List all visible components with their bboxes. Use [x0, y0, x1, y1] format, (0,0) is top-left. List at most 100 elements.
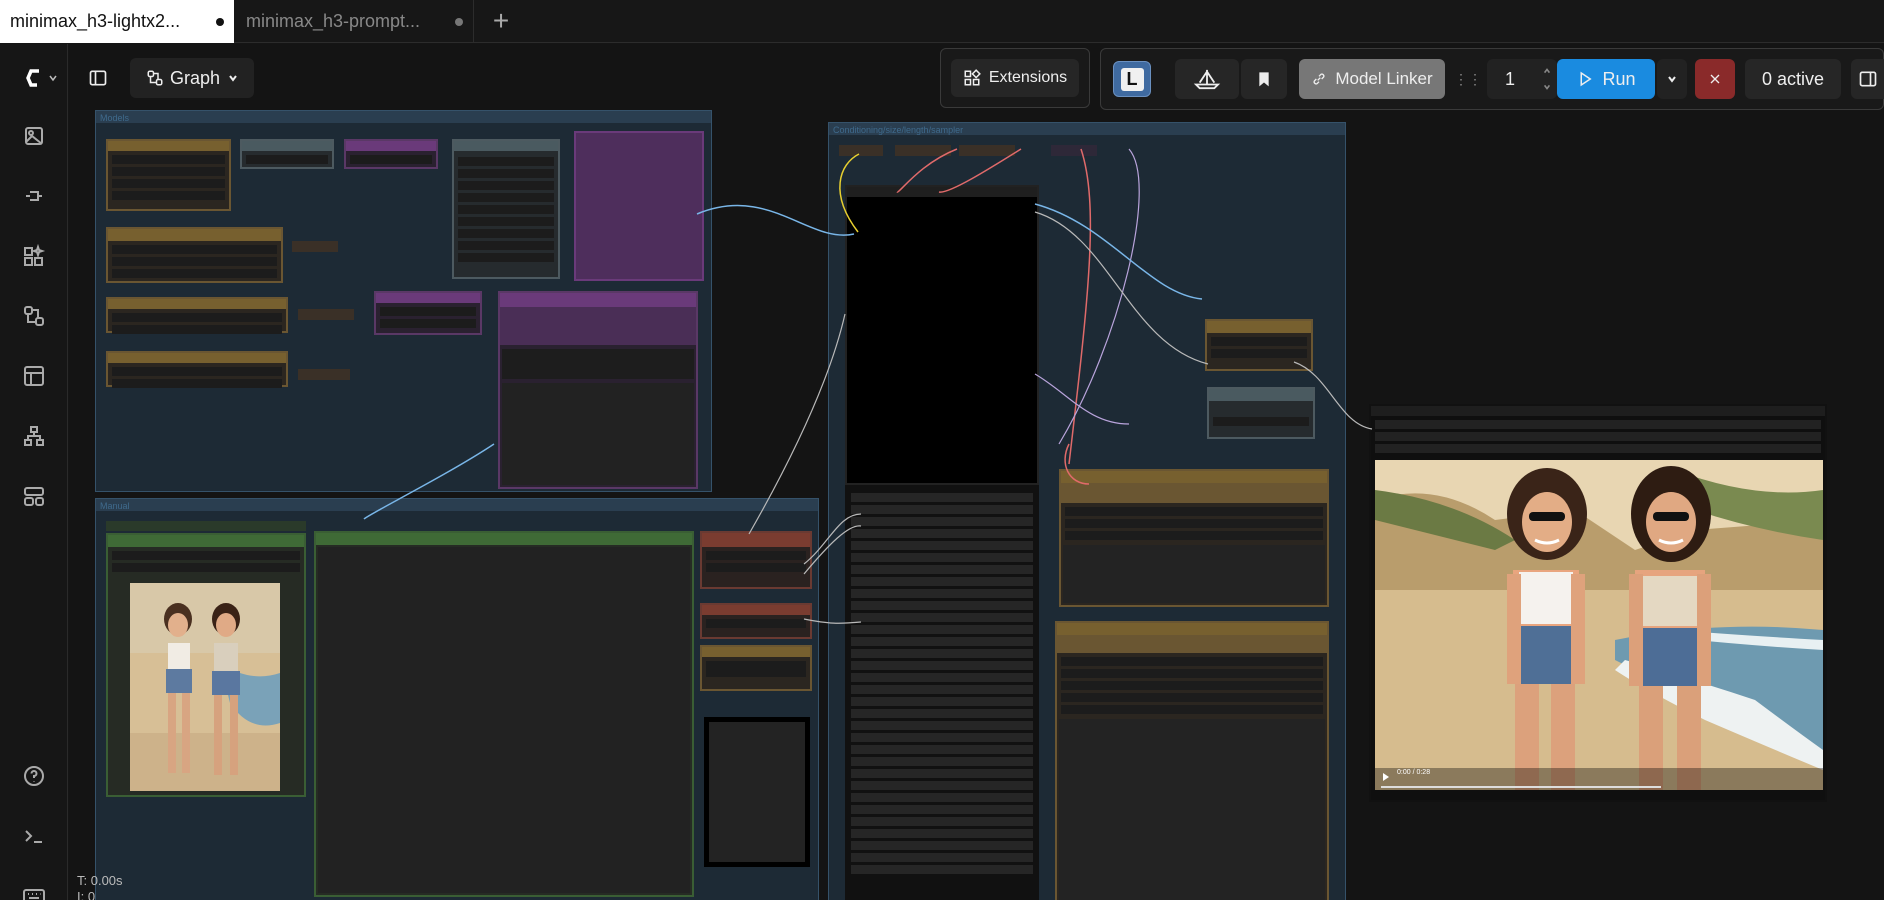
queue-icon[interactable]	[14, 116, 54, 156]
run-options-dropdown[interactable]	[1657, 59, 1687, 99]
collapsed-node[interactable]	[895, 145, 951, 156]
collapsed-node[interactable]	[959, 145, 1015, 156]
terminal-icon[interactable]	[14, 816, 54, 856]
sampler-widgets-node[interactable]	[845, 485, 1039, 900]
extensions-icon	[964, 69, 981, 86]
group-title: Models	[100, 113, 130, 123]
play-icon	[1580, 71, 1593, 87]
group-models[interactable]: Models	[95, 110, 712, 492]
video-time-label: 0:00 / 0:28	[1397, 769, 1431, 776]
workflows-icon[interactable]	[14, 296, 54, 336]
model-linker-label: Model Linker	[1335, 69, 1433, 88]
model-library-icon[interactable]	[14, 236, 54, 276]
node[interactable]	[106, 297, 288, 334]
node[interactable]	[452, 139, 560, 279]
node-title	[106, 521, 306, 531]
tab-label: minimax_h3-lightx2...	[10, 11, 181, 31]
node[interactable]	[1207, 387, 1315, 439]
graph-icon	[147, 70, 163, 86]
node[interactable]	[240, 139, 334, 169]
collapsed-node[interactable]	[1051, 145, 1097, 156]
templates-icon[interactable]	[14, 356, 54, 396]
node[interactable]	[374, 291, 482, 335]
node[interactable]	[1059, 469, 1329, 607]
queue-count-value: 1	[1505, 68, 1516, 89]
node[interactable]	[704, 717, 810, 867]
chevron-down-icon	[1668, 76, 1676, 83]
unsaved-dot-icon	[455, 17, 463, 26]
group-title: Conditioning/size/length/sampler	[833, 125, 964, 135]
collapsed-node[interactable]	[292, 241, 338, 252]
canvas-status: T: 0.00s I: 0	[77, 873, 123, 900]
run-button[interactable]: Run	[1557, 59, 1655, 99]
node[interactable]	[106, 227, 283, 283]
load-image-node[interactable]	[106, 533, 306, 797]
graph-canvas[interactable]: Models Manual Conditioning/size/length/s…	[69, 44, 1884, 900]
input-image-thumbnail	[130, 583, 280, 791]
video-output-node[interactable]: 0:00 / 0:28	[1369, 404, 1827, 802]
node-library-icon[interactable]	[14, 176, 54, 216]
output-video-player[interactable]: 0:00 / 0:28	[1375, 460, 1823, 790]
app-logo-menu-button[interactable]	[18, 58, 62, 98]
chevron-up-icon	[1543, 68, 1551, 74]
ship-icon	[1193, 69, 1221, 90]
node[interactable]	[1205, 319, 1313, 371]
chevron-down-icon	[49, 75, 57, 82]
extensions-toolbar: Extensions	[940, 48, 1090, 108]
node[interactable]	[700, 531, 812, 589]
new-tab-plus-icon[interactable]: +	[484, 4, 518, 38]
bookmark-icon	[1259, 72, 1269, 87]
lora-stack-node[interactable]	[574, 131, 704, 281]
active-jobs-label: 0 active	[1761, 68, 1825, 89]
node[interactable]	[700, 645, 812, 691]
status-iterations: I: 0	[77, 889, 96, 900]
group-conditioning[interactable]: Conditioning/size/length/sampler	[828, 122, 1346, 900]
close-icon	[1710, 74, 1720, 84]
apps-icon[interactable]	[14, 476, 54, 516]
loader-node[interactable]	[106, 139, 231, 211]
status-time: T: 0.00s	[77, 873, 123, 888]
unsaved-dot-icon	[216, 17, 224, 26]
help-icon[interactable]	[14, 756, 54, 796]
linker-logo-button[interactable]: L	[1113, 61, 1151, 97]
bookmark-button[interactable]	[1241, 59, 1287, 99]
node-map-icon[interactable]	[14, 416, 54, 456]
chevron-down-icon	[229, 75, 237, 82]
collapsed-node[interactable]	[839, 145, 883, 156]
node[interactable]	[1055, 621, 1329, 900]
drag-handle-icon[interactable]: ⋮⋮	[1454, 63, 1482, 95]
active-jobs-button[interactable]: 0 active	[1745, 59, 1841, 99]
tab-workflow-2[interactable]: minimax_h3-prompt...	[236, 0, 474, 43]
collapsed-node[interactable]	[298, 369, 350, 380]
node[interactable]	[344, 139, 438, 169]
group-title: Manual	[100, 501, 130, 511]
video-preview-node[interactable]	[314, 531, 694, 897]
link-icon	[1313, 73, 1325, 85]
panel-layout-icon	[89, 70, 107, 86]
node[interactable]	[498, 291, 698, 489]
app-root: minimax_h3-lightx2... minimax_h3-prompt.…	[0, 0, 1884, 900]
sidebar	[0, 44, 68, 900]
keyboard-icon[interactable]	[14, 876, 54, 900]
sampler-node[interactable]	[845, 185, 1039, 485]
comfy-logo-icon	[26, 69, 39, 87]
node[interactable]	[700, 603, 812, 639]
model-linker-button[interactable]: Model Linker	[1299, 59, 1445, 99]
tab-label: minimax_h3-prompt...	[246, 11, 421, 31]
node[interactable]	[106, 351, 288, 388]
ship-icon-button[interactable]	[1175, 59, 1239, 99]
group-header	[96, 499, 818, 511]
group-header	[96, 111, 711, 123]
view-mode-dropdown[interactable]: Graph	[130, 58, 254, 98]
extensions-label: Extensions	[988, 69, 1068, 86]
cancel-run-button[interactable]	[1695, 59, 1735, 99]
toggle-panel-button[interactable]	[82, 60, 114, 96]
queue-count-stepper[interactable]: 1	[1487, 59, 1557, 99]
tab-workflow-1[interactable]: minimax_h3-lightx2...	[0, 0, 234, 43]
tab-bar: minimax_h3-lightx2... minimax_h3-prompt.…	[0, 0, 1884, 43]
extensions-button[interactable]: Extensions	[951, 59, 1079, 97]
group-manual[interactable]: Manual	[95, 498, 819, 900]
collapsed-node[interactable]	[298, 309, 354, 320]
chevron-down-icon	[1543, 84, 1551, 90]
toggle-right-panel-button[interactable]	[1851, 59, 1884, 99]
